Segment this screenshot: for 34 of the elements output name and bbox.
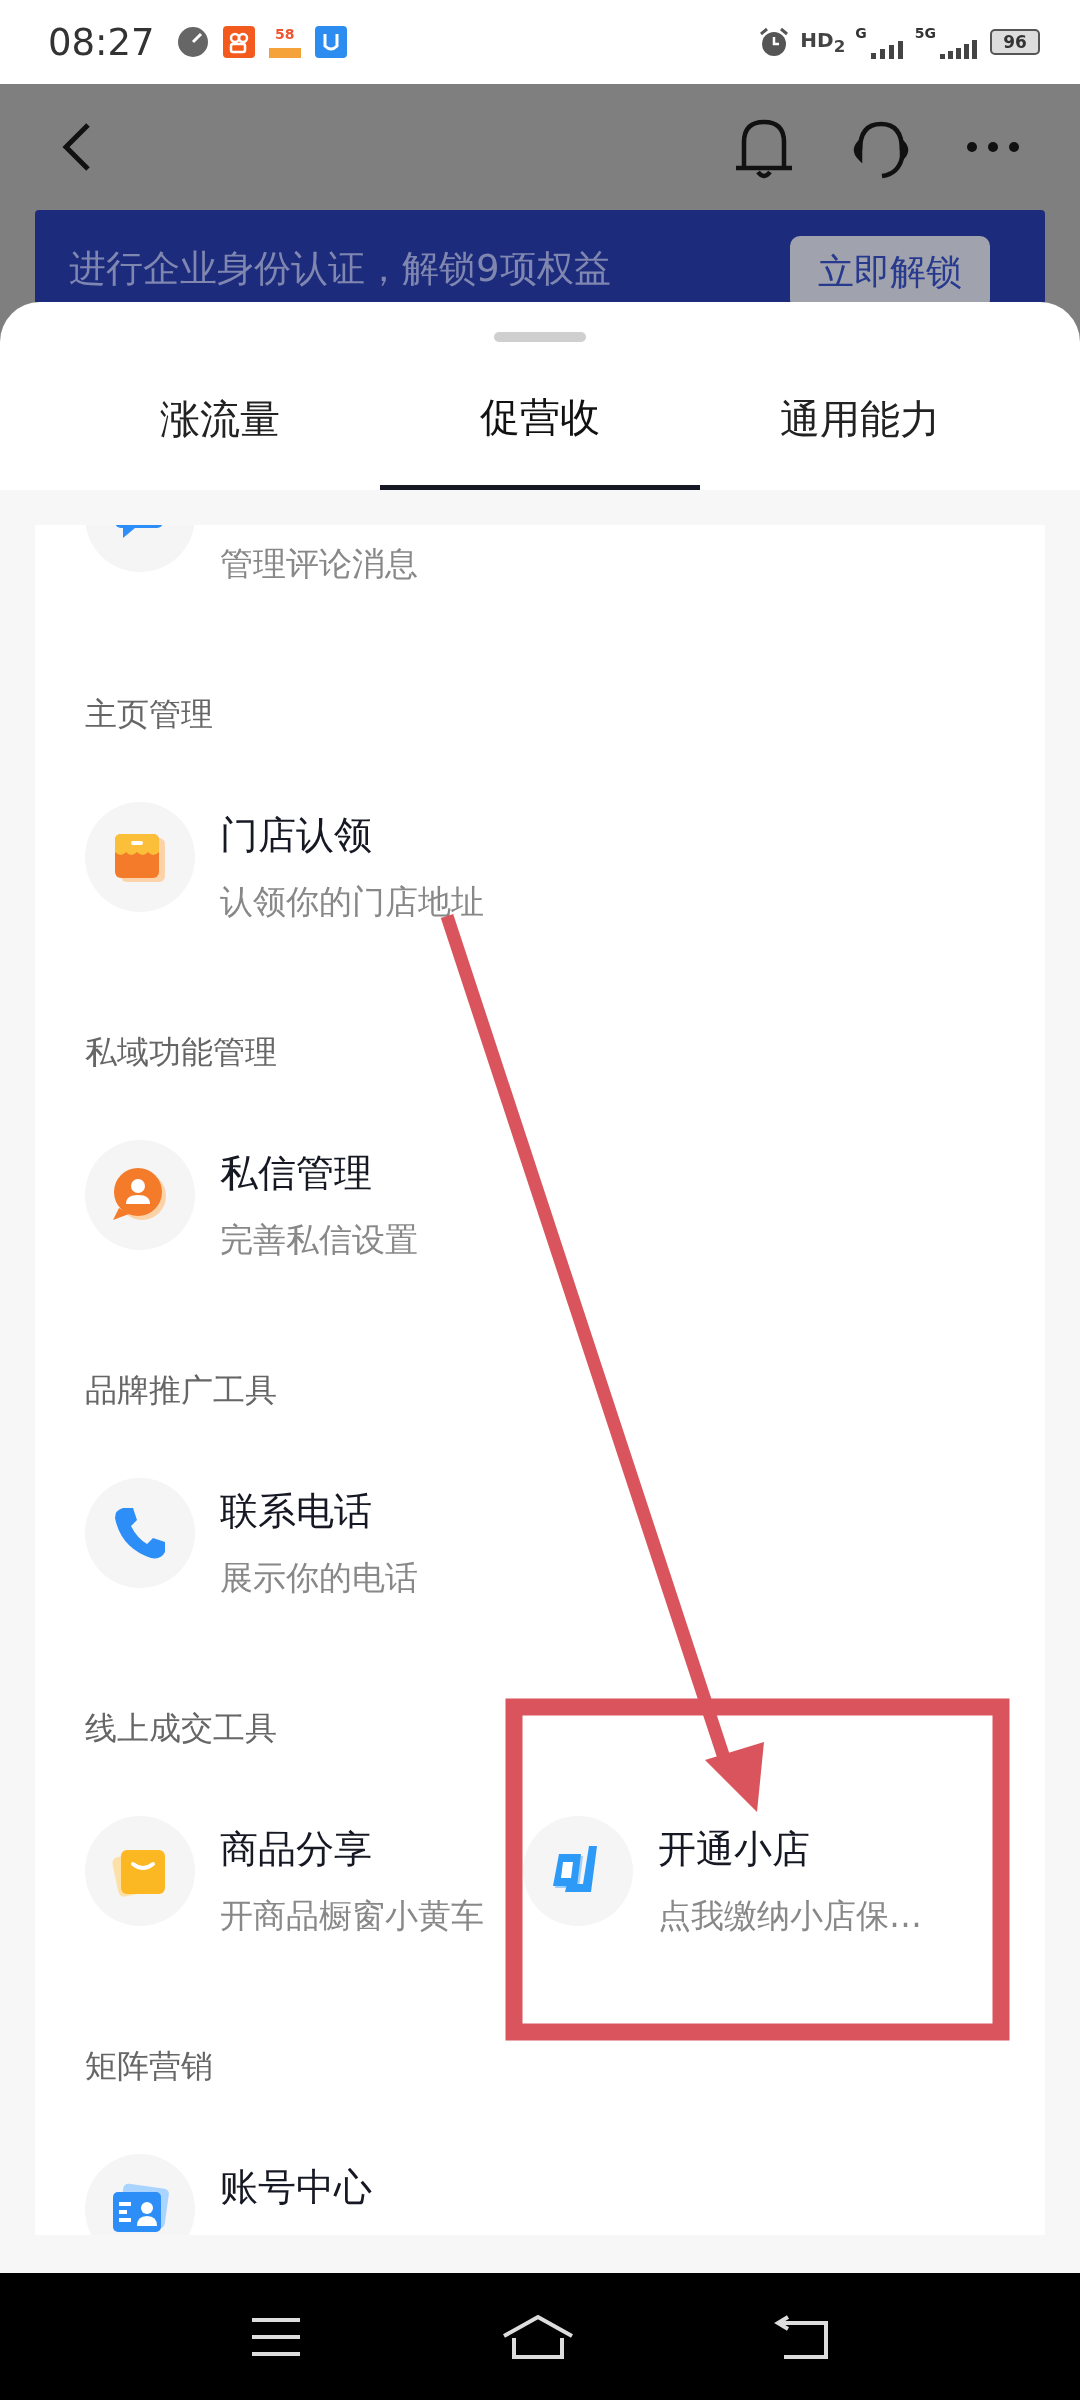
tool-title[interactable]: 开通小店 — [658, 1824, 922, 1874]
section-heading: 主页管理 — [85, 694, 214, 735]
back-icon[interactable] — [774, 2314, 830, 2359]
more-icon[interactable] — [966, 141, 1020, 153]
tool-description: 点我缴纳小店保… — [658, 1895, 922, 1937]
tab[interactable]: 涨流量 — [60, 342, 380, 490]
gauge-icon — [176, 26, 209, 58]
tab[interactable]: 通用能力 — [700, 342, 1020, 490]
home-icon[interactable] — [502, 2313, 574, 2360]
unlock-button[interactable]: 立即解锁 — [790, 236, 990, 302]
tool-title[interactable]: 私信管理 — [220, 1148, 418, 1198]
promo-text: 进行企业身份认证，解锁9项权益 — [69, 246, 611, 292]
app-badge-icon: 58 — [268, 26, 301, 58]
tool-description: 展示你的电话 — [220, 1557, 418, 1599]
tool-description: 认领你的门店地址 — [220, 881, 484, 923]
section-heading: 品牌推广工具 — [85, 1370, 278, 1411]
tool-title[interactable]: 商品分享 — [220, 1824, 484, 1874]
tool-description: 管理评论消息 — [220, 543, 418, 585]
video-app-icon — [222, 26, 255, 58]
menu-icon[interactable] — [250, 2315, 302, 2358]
tool-title[interactable]: 门店认领 — [220, 810, 484, 860]
tool-title[interactable]: 联系电话 — [220, 1486, 418, 1536]
tool-description: 完善私信设置 — [220, 1219, 418, 1261]
status-time: 08:27 — [48, 20, 155, 64]
drag-handle[interactable] — [494, 332, 586, 342]
tool-description: 开商品橱窗小黄车 — [220, 1895, 484, 1937]
shield-app-icon — [314, 26, 347, 58]
alarm-icon — [758, 26, 791, 58]
hd-voice-label: HD$_{2}$ — [800, 28, 846, 56]
tool-title[interactable]: 账号中心 — [220, 2162, 372, 2212]
section-heading: 线上成交工具 — [85, 1708, 278, 1749]
section-heading: 私域功能管理 — [85, 1032, 278, 1073]
section-heading: 矩阵营销 — [85, 2046, 214, 2087]
battery-indicator: 96 — [990, 29, 1040, 55]
